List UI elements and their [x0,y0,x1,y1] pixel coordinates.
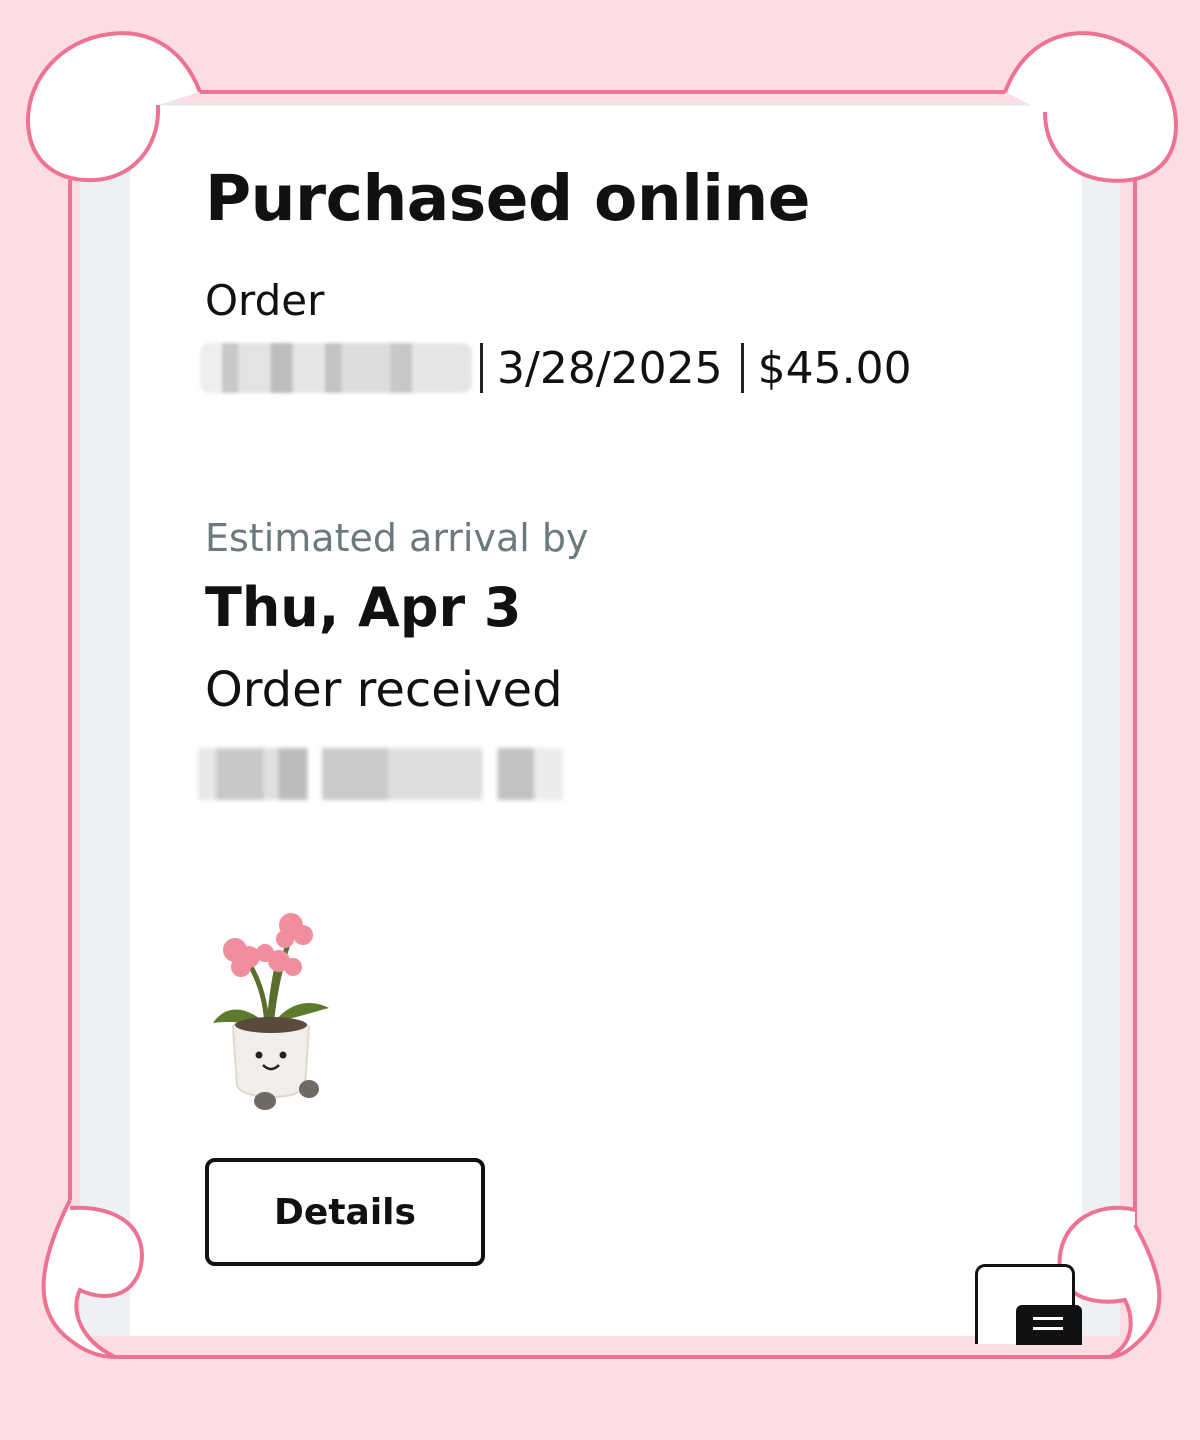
order-status: Order received [205,662,563,718]
order-card: Purchased online Order 3/28/2025 $45.00 … [0,0,1200,1440]
separator [480,343,483,393]
details-button[interactable]: Details [205,1158,485,1266]
estimated-arrival-label: Estimated arrival by [205,516,589,560]
order-date: 3/28/2025 [497,342,723,394]
separator [740,343,744,393]
redacted-order-number [200,343,472,393]
order-title: Purchased online [205,162,810,235]
order-summary-line: 3/28/2025 $45.00 [200,338,912,398]
estimated-arrival-date: Thu, Apr 3 [205,576,522,639]
menu-icon [1016,1305,1082,1345]
product-image[interactable] [205,905,335,1115]
order-label: Order [205,276,325,325]
redacted-address [198,748,563,800]
floating-menu-button[interactable] [975,1264,1082,1345]
order-total: $45.00 [757,342,912,394]
